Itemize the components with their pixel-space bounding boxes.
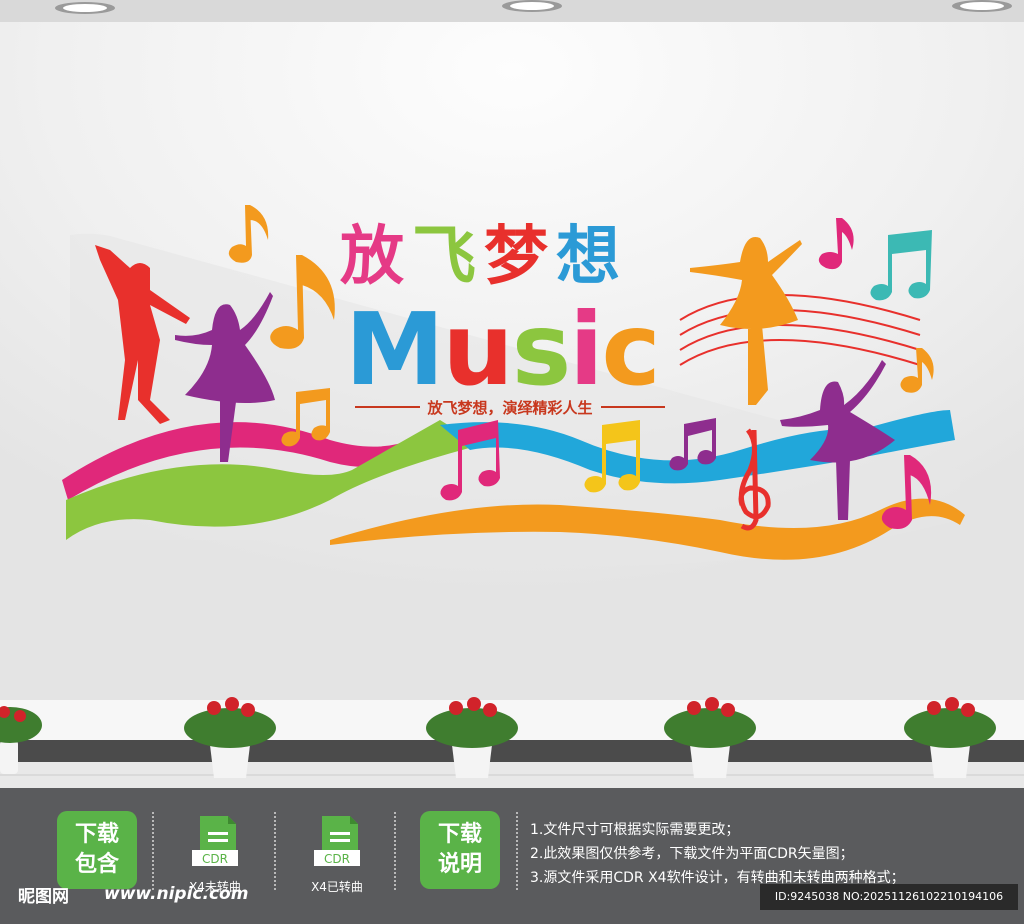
badge-line: 说明 <box>437 852 482 877</box>
download-notes-badge: 下载 说明 <box>420 811 500 889</box>
divider <box>516 812 520 890</box>
download-notes-list: 1.文件尺寸可根据实际需要更改； 2.此效果图仅供参考，下载文件为平面CDR矢量… <box>530 818 905 890</box>
badge-line: 包含 <box>74 852 119 877</box>
note-item: 1.文件尺寸可根据实际需要更改； <box>530 822 740 838</box>
title-letter: i <box>569 291 603 408</box>
title-char: 梦 <box>484 220 556 294</box>
cdr-file-curved: CDR X4已转曲 <box>292 812 382 894</box>
slogan-rule-left <box>355 406 420 408</box>
slogan: 放飞梦想，演绎精彩人生 <box>355 396 666 418</box>
title-chinese: 放飞梦想 <box>340 212 680 302</box>
cdr-file-icon: CDR <box>192 816 238 866</box>
title-music: Music <box>345 298 661 402</box>
cdr-curved-label: X4已转曲 <box>311 880 363 894</box>
wall-scene: 放飞梦想 Music 放飞梦想，演绎精彩人生 <box>0 0 1024 788</box>
title-letter: s <box>511 291 572 408</box>
title-letter: u <box>442 291 514 408</box>
note-item: 2.此效果图仅供参考，下载文件为平面CDR矢量图； <box>530 846 854 862</box>
divider <box>394 812 398 890</box>
divider <box>152 812 156 890</box>
title-letter: c <box>601 291 661 408</box>
slogan-rule-right <box>600 406 666 408</box>
watermark-url: www.nipic.com <box>104 884 249 904</box>
cdr-file-uncurved: CDR X4未转曲 <box>170 812 260 894</box>
slogan-text: 放飞梦想，演绎精彩人生 <box>427 398 593 417</box>
baseboard <box>0 740 1024 762</box>
title-char: 飞 <box>412 220 484 294</box>
badge-line: 下载 <box>74 822 119 847</box>
cdr-icon-text: CDR <box>202 852 228 866</box>
cdr-icon-text: CDR <box>324 852 350 866</box>
cdr-file-icon: CDR <box>314 816 360 866</box>
divider <box>274 812 278 890</box>
badge-line: 下载 <box>437 822 482 847</box>
image-id-bar: ID:9245038 NO:20251126102210194106 <box>760 884 1018 910</box>
watermark-logo: 昵图网 <box>18 887 69 907</box>
title-char: 想 <box>556 220 628 294</box>
download-includes-badge: 下载 包含 <box>57 811 137 889</box>
title-letter: M <box>345 291 445 408</box>
title-char: 放 <box>340 220 412 294</box>
